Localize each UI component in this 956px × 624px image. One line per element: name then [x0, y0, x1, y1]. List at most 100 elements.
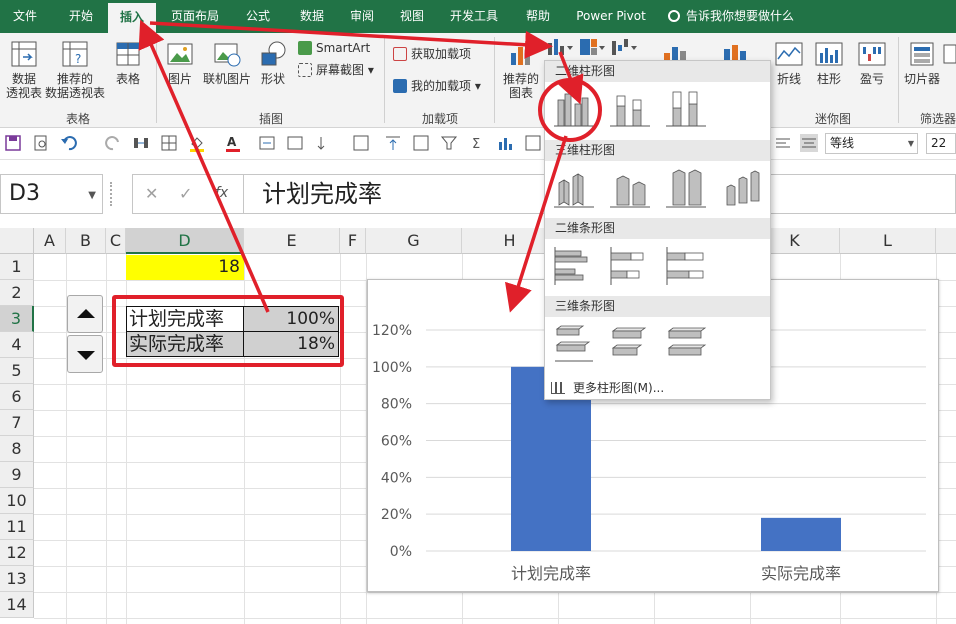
screenshot-button[interactable]: 屏幕截图 ▾: [298, 61, 374, 79]
format-painter-icon[interactable]: [352, 134, 370, 152]
column-header-g[interactable]: G: [366, 228, 462, 254]
tab-insert[interactable]: 插入: [108, 3, 156, 33]
resize-handle[interactable]: [110, 182, 114, 206]
tab-file[interactable]: 文件: [0, 0, 50, 33]
smartart-button[interactable]: SmartArt: [298, 39, 370, 57]
100-stacked-column-option[interactable]: [663, 86, 709, 132]
print-preview-icon[interactable]: [32, 134, 50, 152]
tab-developer[interactable]: 开发工具: [442, 0, 506, 33]
font-color-icon[interactable]: A: [224, 134, 242, 152]
row-header-7[interactable]: 7: [0, 410, 34, 436]
3d-stacked-bar-option[interactable]: [607, 321, 653, 367]
slicer-button[interactable]: 切片器: [902, 39, 942, 86]
tab-data[interactable]: 数据: [290, 0, 334, 33]
spin-down-button[interactable]: [67, 335, 103, 373]
3d-stacked-column-option[interactable]: [607, 165, 653, 211]
row-header-1[interactable]: 1: [0, 254, 34, 280]
freeze-icon[interactable]: [412, 134, 430, 152]
row-header-10[interactable]: 10: [0, 488, 34, 514]
tab-page-layout[interactable]: 页面布局: [164, 0, 226, 33]
cell-d1[interactable]: 18: [126, 255, 244, 280]
row-header-12[interactable]: 12: [0, 540, 34, 566]
fill-color-icon[interactable]: [188, 134, 206, 152]
borders-icon[interactable]: [160, 134, 178, 152]
column-header-b[interactable]: B: [66, 228, 106, 254]
my-addins-button[interactable]: 我的加载项 ▾: [393, 77, 481, 95]
stacked-column-option[interactable]: [607, 86, 653, 132]
cancel-icon[interactable]: ✕: [145, 184, 158, 203]
row-header-6[interactable]: 6: [0, 384, 34, 410]
column-chart-dropdown-button[interactable]: [546, 37, 574, 57]
font-size-value: 22: [931, 136, 947, 150]
redo-icon[interactable]: [104, 134, 122, 152]
enter-icon[interactable]: ✓: [179, 184, 192, 203]
font-size-select[interactable]: 22: [926, 133, 956, 154]
hierarchy-chart-button[interactable]: [578, 37, 606, 57]
sparkline-winloss-button[interactable]: 盈亏: [852, 39, 892, 86]
picture-button[interactable]: 图片: [160, 39, 200, 86]
recommended-pivot-button[interactable]: ? 推荐的 数据透视表: [44, 39, 106, 100]
clustered-bar-option[interactable]: [551, 243, 597, 289]
3d-100-stacked-column-option[interactable]: [663, 165, 709, 211]
tab-help[interactable]: 帮助: [516, 0, 560, 33]
row-header-3[interactable]: 3: [0, 306, 34, 332]
3d-100-stacked-bar-option[interactable]: [663, 321, 709, 367]
column-header-e[interactable]: E: [244, 228, 340, 254]
name-box[interactable]: D3 ▼: [0, 174, 103, 214]
shapes-button[interactable]: 形状: [254, 39, 292, 86]
align-center-icon[interactable]: [800, 134, 818, 152]
column-header-m[interactable]: [936, 228, 956, 254]
row-header-2[interactable]: 2: [0, 280, 34, 306]
tab-formulas[interactable]: 公式: [236, 0, 280, 33]
save-icon[interactable]: [4, 134, 22, 152]
tell-me-box[interactable]: 告诉我你想要做什么: [668, 0, 794, 33]
column-header-f[interactable]: F: [340, 228, 366, 254]
3d-clustered-column-option[interactable]: [551, 165, 597, 211]
svg-text:Σ: Σ: [472, 137, 480, 152]
tab-view[interactable]: 视图: [390, 0, 434, 33]
row-header-14[interactable]: 14: [0, 592, 34, 618]
column-header-d[interactable]: D: [126, 228, 244, 254]
sum-icon[interactable]: Σ: [468, 134, 486, 152]
filter-icon[interactable]: [440, 134, 458, 152]
y-tick-label: 60%: [381, 434, 412, 450]
table-button[interactable]: 表格: [108, 39, 148, 86]
addins-icon: [393, 79, 407, 93]
tab-power-pivot[interactable]: Power Pivot: [568, 0, 654, 33]
row-header-11[interactable]: 11: [0, 514, 34, 540]
row-header-4[interactable]: 4: [0, 332, 34, 358]
undo-icon[interactable]: [60, 134, 78, 152]
3d-column-option[interactable]: [719, 165, 765, 211]
row-header-13[interactable]: 13: [0, 566, 34, 592]
sparkline-column-button[interactable]: 柱形: [812, 39, 846, 86]
align-left-icon[interactable]: [774, 134, 792, 152]
online-picture-button[interactable]: 联机图片: [200, 39, 254, 86]
tab-home[interactable]: 开始: [56, 0, 106, 33]
timeline-button[interactable]: [942, 39, 956, 72]
sort-icon[interactable]: [316, 134, 334, 152]
column-width-icon[interactable]: [132, 134, 150, 152]
spin-up-button[interactable]: [67, 295, 103, 333]
tab-review[interactable]: 审阅: [340, 0, 384, 33]
more-column-charts-link[interactable]: 更多柱形图(M)...: [551, 379, 664, 396]
font-name-select[interactable]: 等线 ▼: [825, 133, 918, 154]
column-header-c[interactable]: C: [106, 228, 126, 254]
row-header-5[interactable]: 5: [0, 358, 34, 384]
100-stacked-bar-option[interactable]: [663, 243, 709, 289]
sparkline-line-button[interactable]: 折线: [772, 39, 806, 86]
get-addins-button[interactable]: 获取加载项: [393, 45, 471, 63]
column-header-a[interactable]: A: [34, 228, 66, 254]
3d-clustered-bar-option[interactable]: [551, 321, 597, 367]
chart-icon[interactable]: [496, 134, 514, 152]
column-header-l[interactable]: L: [840, 228, 936, 254]
wrap-text-icon[interactable]: [286, 134, 304, 152]
stacked-bar-option[interactable]: [607, 243, 653, 289]
pivot-table-button[interactable]: 数据 透视表: [2, 39, 46, 100]
align-top-icon[interactable]: [384, 134, 402, 152]
waterfall-chart-button[interactable]: [610, 37, 638, 57]
row-header-8[interactable]: 8: [0, 436, 34, 462]
row-header-9[interactable]: 9: [0, 462, 34, 488]
merge-cells-icon[interactable]: [258, 134, 276, 152]
insert-function-icon[interactable]: fx: [215, 185, 228, 201]
select-all-corner[interactable]: [0, 228, 34, 254]
